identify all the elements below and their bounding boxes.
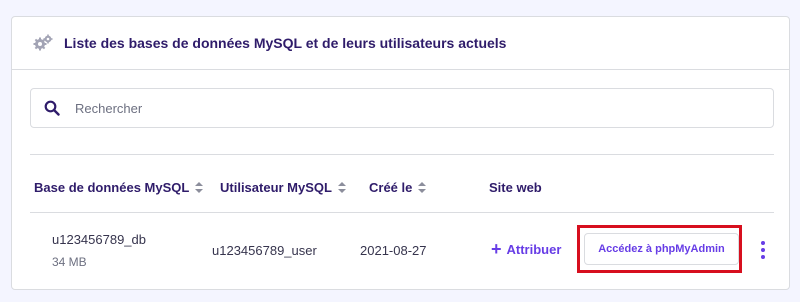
assign-label: Attribuer xyxy=(506,241,562,257)
database-size: 34 MB xyxy=(52,255,87,269)
phpmyadmin-button[interactable]: Accédez à phpMyAdmin xyxy=(584,233,739,265)
column-label: Site web xyxy=(489,180,542,195)
sort-icon[interactable] xyxy=(337,182,346,193)
search-box[interactable] xyxy=(30,88,774,128)
column-header-created[interactable]: Créé le xyxy=(369,180,427,195)
plus-icon: + xyxy=(491,239,502,259)
column-label: Créé le xyxy=(369,180,413,195)
more-options-icon[interactable] xyxy=(759,241,767,259)
gears-icon xyxy=(32,33,54,53)
card-title: Liste des bases de données MySQL et de l… xyxy=(64,35,507,51)
databases-card: Liste des bases de données MySQL et de l… xyxy=(11,16,790,290)
database-name: u123456789_db xyxy=(52,232,146,247)
kebab-dot xyxy=(761,255,765,259)
kebab-dot xyxy=(761,248,765,252)
sort-icon[interactable] xyxy=(195,182,204,193)
table-header-divider xyxy=(30,212,774,213)
column-label: Utilisateur MySQL xyxy=(220,180,332,195)
column-header-website: Site web xyxy=(489,180,542,195)
mysql-user: u123456789_user xyxy=(212,243,317,258)
sort-icon[interactable] xyxy=(418,182,427,193)
card-header: Liste des bases de données MySQL et de l… xyxy=(12,17,789,70)
column-label: Base de données MySQL xyxy=(34,180,190,195)
created-date: 2021-08-27 xyxy=(360,243,427,258)
search-input[interactable] xyxy=(75,100,715,116)
table-top-divider xyxy=(30,154,774,155)
column-header-database[interactable]: Base de données MySQL xyxy=(34,180,204,195)
kebab-dot xyxy=(761,241,765,245)
search-icon xyxy=(44,100,60,116)
column-header-user[interactable]: Utilisateur MySQL xyxy=(220,180,346,195)
assign-website-button[interactable]: + Attribuer xyxy=(491,240,561,258)
